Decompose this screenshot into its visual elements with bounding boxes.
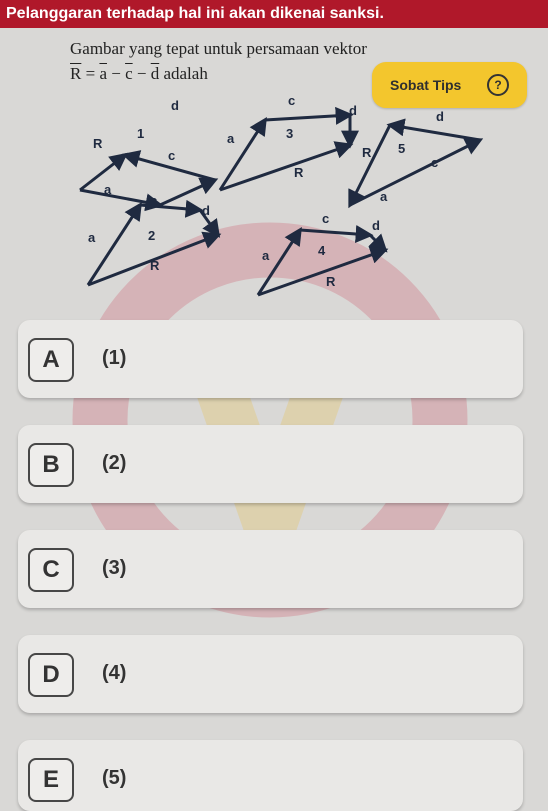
figure-3-label-d: d — [349, 103, 357, 118]
figure-2-label-c: c — [150, 193, 157, 208]
option-c-letter: C — [28, 548, 74, 592]
option-c-text: (3) — [102, 557, 127, 579]
figure-1 — [79, 150, 219, 212]
figure-2-label-a: a — [88, 230, 96, 245]
option-a-letter: A — [28, 338, 74, 382]
option-d-letter: D — [28, 653, 74, 697]
option-a-text: (1) — [102, 347, 127, 369]
figure-2 — [86, 199, 222, 287]
option-c[interactable]: C (3) — [18, 530, 523, 608]
figure-2-number: 2 — [148, 228, 155, 243]
figure-5-label-r: R — [362, 145, 372, 160]
figure-4-label-r: R — [326, 274, 336, 289]
option-d[interactable]: D (4) — [18, 635, 523, 713]
question-line1: Gambar yang tepat untuk persamaan vektor — [70, 39, 367, 58]
figure-3-number: 3 — [286, 126, 293, 141]
figure-1-label-a: a — [104, 182, 112, 197]
option-e-letter: E — [28, 758, 74, 802]
figure-5-label-a: a — [380, 189, 388, 204]
question-formula: R = a − c − d adalah — [70, 64, 208, 83]
figure-3-label-a: a — [227, 131, 235, 146]
figure-4-label-d: d — [372, 218, 380, 233]
warning-banner: Pelanggaran terhadap hal ini akan dikena… — [0, 0, 548, 28]
figure-1-label-r: R — [93, 136, 103, 151]
option-d-text: (4) — [102, 662, 127, 684]
figure-3 — [218, 106, 359, 192]
figure-1-label-d: d — [171, 98, 179, 113]
figure-5 — [348, 118, 484, 209]
figure-4-label-c: c — [322, 211, 329, 226]
figure-2-label-r: R — [150, 258, 160, 273]
option-a[interactable]: A (1) — [18, 320, 523, 398]
figure-4-label-a: a — [262, 248, 270, 263]
figure-5-label-c: c — [431, 155, 438, 170]
option-b[interactable]: B (2) — [18, 425, 523, 503]
question-text: Gambar yang tepat untuk persamaan vektor — [70, 38, 530, 59]
option-b-letter: B — [28, 443, 74, 487]
figure-5-label-d: d — [436, 109, 444, 124]
figure-3-label-r: R — [294, 165, 304, 180]
figure-5-number: 5 — [398, 141, 405, 156]
figure-1-number: 1 — [137, 126, 144, 141]
option-e[interactable]: E (5) — [18, 740, 523, 811]
figure-4-number: 4 — [318, 243, 326, 258]
option-b-text: (2) — [102, 452, 127, 474]
option-e-text: (5) — [102, 767, 127, 789]
figure-4 — [256, 224, 389, 297]
figure-1-label-c: c — [168, 148, 175, 163]
figure-3-label-c: c — [288, 93, 295, 108]
figure-2-label-d: d — [202, 203, 210, 218]
vector-figures: 1 R a c d 3 R a c d 5 R a c d 2 R a c d … — [79, 93, 484, 297]
